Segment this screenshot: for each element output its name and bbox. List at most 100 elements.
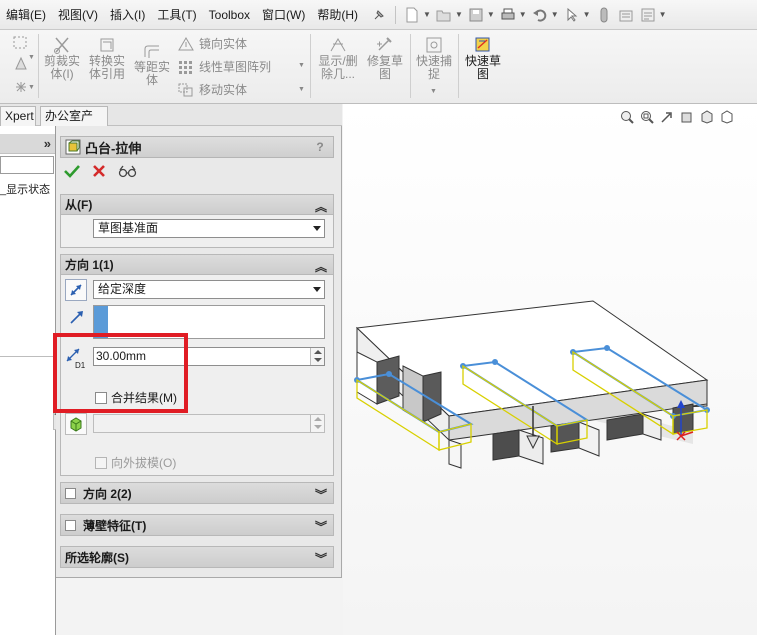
move-icon — [178, 83, 193, 96]
tab-xpert[interactable]: Xpert — [0, 106, 36, 126]
draft-outward-label: 向外拔模(O) — [111, 456, 177, 470]
from-group-header[interactable]: 从(F) ︽ — [61, 195, 333, 215]
rapid-sketch-button[interactable]: 快速草 图 — [462, 36, 504, 81]
expand-down-icon[interactable]: ︾ — [315, 518, 327, 535]
help-button[interactable]: ? — [313, 140, 327, 154]
chevron-down-icon[interactable]: ▼ — [551, 10, 559, 19]
chevron-down-icon[interactable]: ▼ — [430, 88, 437, 95]
collapse-up-icon[interactable]: ︽ — [315, 258, 327, 275]
select-arrow-icon[interactable] — [563, 6, 581, 24]
from-start-condition-select[interactable]: 草图基准面 — [93, 219, 325, 238]
thin-feature-group-title: 薄壁特征(T) — [83, 518, 147, 533]
linear-sketch-pattern-button[interactable]: 线性草图阵列 — [178, 58, 271, 75]
preview-glasses-icon[interactable] — [118, 164, 138, 182]
display-style-icon[interactable] — [720, 110, 734, 127]
direction2-checkbox[interactable] — [65, 487, 76, 499]
trim-icon — [54, 37, 69, 54]
menu-window[interactable]: 窗口(W) — [256, 0, 311, 30]
menu-edit[interactable]: 编辑(E) — [0, 0, 52, 30]
toolbar-separator — [395, 5, 397, 24]
tab-office-products[interactable]: 办公室产品 — [40, 106, 108, 141]
depth-spinner[interactable] — [310, 348, 324, 365]
menu-toolbox[interactable]: Toolbox — [203, 0, 256, 30]
dropdown-arrow-icon — [313, 287, 321, 292]
chevron-down-icon[interactable]: ▼ — [298, 62, 305, 69]
section-view-icon[interactable] — [680, 110, 694, 127]
end-condition-select[interactable]: 给定深度 — [93, 280, 325, 299]
direction2-group-header[interactable]: 方向 2(2) ︾ — [61, 483, 333, 503]
rapid-sketch-label: 快速草 图 — [464, 54, 501, 81]
chevron-down-icon[interactable]: ▼ — [519, 10, 527, 19]
open-folder-icon[interactable] — [435, 6, 453, 24]
chevron-down-icon[interactable]: ▼ — [583, 10, 591, 19]
save-icon[interactable] — [467, 6, 485, 24]
quick-snaps-button[interactable]: 快速捕 捉 — [414, 36, 454, 81]
options-icon[interactable] — [639, 6, 657, 24]
menu-insert[interactable]: 插入(I) — [104, 0, 151, 30]
thin-feature-checkbox[interactable] — [65, 519, 76, 531]
heads-up-view-toolbar — [620, 110, 734, 127]
expand-panel-icon[interactable]: » — [44, 136, 51, 151]
reverse-direction-icon — [70, 284, 82, 296]
property-manager-title-bar: 凸台-拉伸 ? — [60, 136, 334, 158]
file-properties-icon[interactable] — [617, 6, 635, 24]
graphics-viewport[interactable] — [343, 104, 757, 635]
command-tabs: Xpert 办公室产品 — [0, 104, 342, 141]
repair-sketch-button[interactable]: 修复草 图 — [364, 36, 406, 81]
trim-entities-button[interactable]: 剪裁实 体(I) — [42, 36, 82, 81]
collapse-up-icon[interactable]: ︽ — [315, 198, 327, 215]
move-entities-button[interactable]: 移动实体 — [178, 81, 247, 98]
selected-contours-group-header[interactable]: 所选轮廓(S) ︾ — [61, 547, 333, 567]
command-manager-ribbon: ▼ ▼ 剪裁实 体(I) 转换实 体引用 等距实 体 镜向实体 线性草图阵列 ▼… — [0, 30, 757, 104]
zoom-to-fit-icon[interactable] — [620, 110, 634, 127]
mirror-entities-button[interactable]: 镜向实体 — [178, 35, 247, 52]
from-group: 从(F) ︽ 草图基准面 — [60, 194, 334, 248]
print-icon[interactable] — [499, 6, 517, 24]
thin-feature-group-header[interactable]: 薄壁特征(T) ︾ — [61, 515, 333, 535]
zoom-to-area-icon[interactable] — [640, 110, 654, 127]
model-view — [354, 300, 710, 469]
draft-outward-checkbox[interactable]: 向外拔模(O) — [95, 454, 176, 471]
relations-icon — [330, 38, 346, 52]
draft-angle-input[interactable] — [93, 414, 325, 433]
previous-view-icon[interactable] — [660, 110, 674, 127]
draft-on-off-button[interactable] — [65, 413, 87, 435]
convert-entities-button[interactable]: 转换实 体引用 — [86, 36, 128, 81]
property-manager-title: 凸台-拉伸 — [85, 140, 142, 156]
chevron-down-icon[interactable]: ▼ — [487, 10, 495, 19]
tree-divider — [0, 356, 55, 357]
quick-snap-label: 快速捕 捉 — [415, 54, 452, 81]
from-start-condition-value: 草图基准面 — [98, 221, 159, 235]
reverse-direction-button[interactable] — [65, 279, 87, 301]
ribbon-separator — [38, 34, 39, 98]
undo-icon[interactable] — [531, 6, 549, 24]
cancel-x-icon[interactable] — [92, 164, 106, 182]
offset-entities-button[interactable]: 等距实 体 — [132, 44, 172, 87]
menu-tools[interactable]: 工具(T) — [151, 0, 202, 30]
chevron-down-icon[interactable]: ▼ — [28, 84, 35, 91]
pin-icon[interactable] — [370, 6, 388, 24]
draft-angle-spinner[interactable] — [310, 415, 324, 432]
new-document-icon[interactable] — [403, 6, 421, 24]
rebuild-icon[interactable] — [595, 6, 613, 24]
direction2-group-title: 方向 2(2) — [83, 486, 132, 501]
chevron-down-icon[interactable]: ▼ — [423, 10, 431, 19]
chevron-down-icon[interactable]: ▼ — [659, 10, 667, 19]
chevron-down-icon[interactable]: ▼ — [455, 10, 463, 19]
draft-outward-checkbox-box[interactable] — [95, 456, 107, 469]
ok-check-icon[interactable] — [64, 164, 80, 182]
move-label: 移动实体 — [199, 83, 248, 97]
quick-snaps-icon — [426, 37, 442, 53]
tree-item-display-state[interactable]: _显示状态 — [0, 181, 50, 197]
chevron-down-icon[interactable]: ▼ — [298, 86, 305, 93]
menu-view[interactable]: 视图(V) — [52, 0, 104, 30]
tree-filter-input[interactable] — [0, 156, 54, 174]
menu-help[interactable]: 帮助(H) — [311, 0, 364, 30]
direction1-group-header[interactable]: 方向 1(1) ︽ — [61, 255, 333, 275]
direction-arrow-icon — [69, 309, 85, 328]
expand-down-icon[interactable]: ︾ — [315, 486, 327, 503]
chevron-down-icon[interactable]: ▼ — [28, 54, 35, 61]
view-orientation-icon[interactable] — [700, 110, 714, 127]
show-delete-relations-button[interactable]: 显示/删 除几... — [314, 36, 362, 81]
expand-down-icon[interactable]: ︾ — [315, 550, 327, 567]
